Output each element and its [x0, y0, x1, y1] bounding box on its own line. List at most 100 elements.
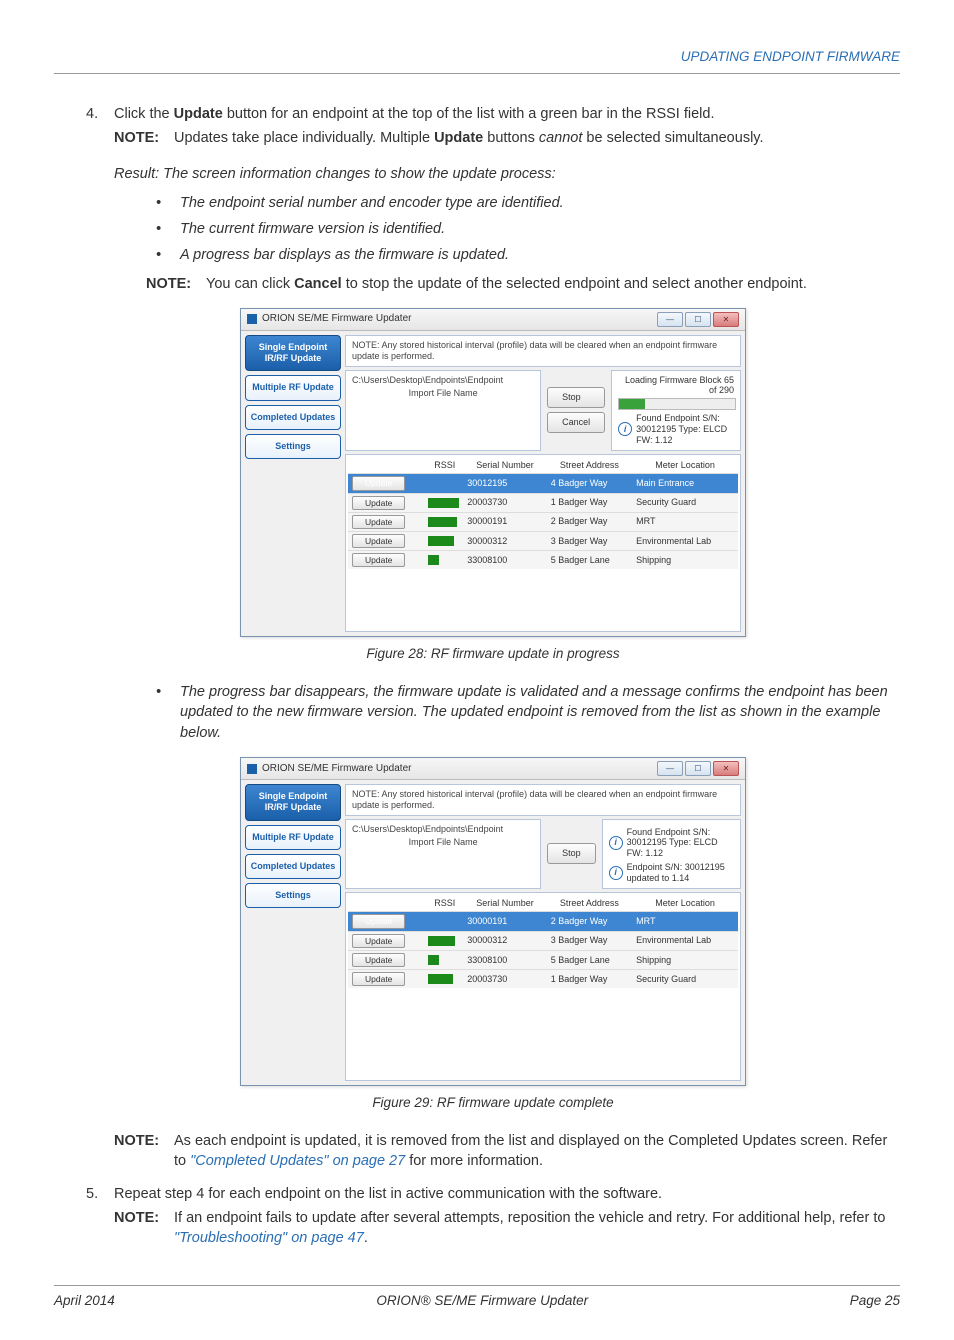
- sidebar: Single Endpoint IR/RF Update Multiple RF…: [245, 335, 341, 632]
- street-address: 5 Badger Lane: [547, 950, 632, 969]
- serial-number: 30000312: [463, 931, 546, 950]
- col-rssi: RSSI: [426, 457, 463, 474]
- bullet: A progress bar displays as the firmware …: [156, 245, 900, 265]
- street-address: 2 Badger Way: [547, 912, 632, 931]
- update-button[interactable]: Update: [352, 953, 405, 967]
- rssi-bar: [428, 517, 457, 527]
- t: Update: [434, 130, 483, 146]
- progress-bar: [618, 398, 736, 410]
- update-button[interactable]: Update: [352, 914, 405, 928]
- close-button[interactable]: ✕: [713, 761, 739, 776]
- sidebar-completed-updates[interactable]: Completed Updates: [245, 405, 341, 430]
- sidebar-multiple-rf[interactable]: Multiple RF Update: [245, 825, 341, 850]
- found-endpoint-status: Found Endpoint S/N: 30012195 Type: ELCD …: [627, 827, 734, 859]
- t: to stop the update of the selected endpo…: [342, 276, 807, 292]
- sidebar: Single Endpoint IR/RF Update Multiple RF…: [245, 784, 341, 1081]
- table-row[interactable]: Update300121954 Badger WayMain Entrance: [348, 474, 738, 493]
- meter-location: Main Entrance: [632, 474, 738, 493]
- update-button[interactable]: Update: [352, 972, 405, 986]
- update-button[interactable]: Update: [352, 534, 405, 548]
- sidebar-settings[interactable]: Settings: [245, 883, 341, 908]
- window-titlebar: ORION SE/ME Firmware Updater — ☐ ✕: [241, 309, 745, 331]
- cancel-button[interactable]: Cancel: [547, 412, 605, 433]
- serial-number: 30000191: [463, 512, 546, 531]
- maximize-button[interactable]: ☐: [685, 761, 711, 776]
- update-button[interactable]: Update: [352, 515, 405, 529]
- note-label: NOTE:: [114, 128, 174, 148]
- meter-location: Environmental Lab: [632, 931, 738, 950]
- serial-number: 20003730: [463, 970, 546, 989]
- step-4-result: Result: The screen information changes t…: [114, 164, 900, 184]
- t: be selected simultaneously.: [582, 130, 763, 146]
- import-file-label: Import File Name: [352, 388, 534, 399]
- sidebar-settings[interactable]: Settings: [245, 434, 341, 459]
- street-address: 5 Badger Lane: [547, 551, 632, 570]
- step-4: 4. Click the Update button for an endpoi…: [86, 104, 900, 124]
- footer-title: ORION® SE/ME Firmware Updater: [376, 1292, 588, 1311]
- completed-updates-link[interactable]: "Completed Updates" on page 27: [190, 1153, 405, 1169]
- table-row[interactable]: Update 300003123 Badger WayEnvironmental …: [348, 931, 738, 950]
- figure-29-caption: Figure 29: RF firmware update complete: [86, 1094, 900, 1113]
- close-button[interactable]: ✕: [713, 312, 739, 327]
- step-text: Click the Update button for an endpoint …: [114, 104, 900, 124]
- sidebar-single-endpoint[interactable]: Single Endpoint IR/RF Update: [245, 784, 341, 821]
- t: You can click: [206, 276, 294, 292]
- serial-number: 33008100: [463, 551, 546, 570]
- step-number: 4.: [86, 104, 114, 124]
- update-button[interactable]: Update: [352, 496, 405, 510]
- table-row[interactable]: Update200037301 Badger WaySecurity Guard: [348, 493, 738, 512]
- endpoint-table: RSSI Serial Number Street Address Meter …: [348, 457, 738, 570]
- figure-28-screenshot: ORION SE/ME Firmware Updater — ☐ ✕ Singl…: [240, 308, 746, 637]
- serial-number: 30000191: [463, 912, 546, 931]
- sidebar-single-endpoint[interactable]: Single Endpoint IR/RF Update: [245, 335, 341, 372]
- maximize-button[interactable]: ☐: [685, 312, 711, 327]
- street-address: 1 Badger Way: [547, 970, 632, 989]
- info-icon: i: [618, 422, 632, 436]
- table-row[interactable]: Update300003123 Badger WayEnvironmental …: [348, 531, 738, 550]
- street-address: 1 Badger Way: [547, 493, 632, 512]
- update-button[interactable]: Update: [352, 553, 405, 567]
- completed-note: NOTE: As each endpoint is updated, it is…: [114, 1131, 900, 1172]
- table-row[interactable]: Update330081005 Badger LaneShipping: [348, 950, 738, 969]
- t: If an endpoint fails to update after sev…: [174, 1210, 885, 1226]
- update-button[interactable]: Update: [352, 934, 405, 948]
- rssi-bar: [428, 955, 439, 965]
- minimize-button[interactable]: —: [657, 761, 683, 776]
- step-4-bullets: The endpoint serial number and encoder t…: [156, 193, 900, 266]
- bullet: The progress bar disappears, the firmwar…: [156, 682, 900, 743]
- meter-location: MRT: [632, 512, 738, 531]
- street-address: 3 Badger Way: [547, 931, 632, 950]
- update-button[interactable]: Update: [352, 476, 405, 490]
- app-icon: [247, 764, 257, 774]
- table-row[interactable]: Update200037301 Badger WaySecurity Guard: [348, 970, 738, 989]
- t: cannot: [539, 130, 583, 146]
- meter-location: MRT: [632, 912, 738, 931]
- post-fig28-bullets: The progress bar disappears, the firmwar…: [156, 682, 900, 743]
- step-4-note2: NOTE: You can click Cancel to stop the u…: [146, 274, 900, 294]
- sidebar-completed-updates[interactable]: Completed Updates: [245, 854, 341, 879]
- endpoint-table: RSSI Serial Number Street Address Meter …: [348, 895, 738, 989]
- minimize-button[interactable]: —: [657, 312, 683, 327]
- col-rssi: RSSI: [426, 895, 463, 912]
- col-address: Street Address: [547, 895, 632, 912]
- section-header: UPDATING ENDPOINT FIRMWARE: [54, 48, 900, 74]
- table-row[interactable]: Update330081005 Badger LaneShipping: [348, 551, 738, 570]
- import-file-label: Import File Name: [352, 837, 534, 848]
- step-5-note: NOTE: If an endpoint fails to update aft…: [114, 1208, 900, 1249]
- figure-29-screenshot: ORION SE/ME Firmware Updater — ☐ ✕ Singl…: [240, 757, 746, 1086]
- step-number: 5.: [86, 1184, 114, 1204]
- stop-button[interactable]: Stop: [547, 843, 596, 864]
- table-row[interactable]: Update 300001912 Badger WayMRT: [348, 912, 738, 931]
- info-icon: i: [609, 836, 623, 850]
- app-icon: [247, 314, 257, 324]
- stop-button[interactable]: Stop: [547, 387, 605, 408]
- step-4-note: NOTE: Updates take place individually. M…: [114, 128, 900, 148]
- table-row[interactable]: Update300001912 Badger WayMRT: [348, 512, 738, 531]
- window-titlebar: ORION SE/ME Firmware Updater — ☐ ✕: [241, 758, 745, 780]
- note-label: NOTE:: [146, 274, 206, 294]
- troubleshooting-link[interactable]: "Troubleshooting" on page 47: [174, 1230, 364, 1246]
- t: buttons: [483, 130, 539, 146]
- note-text: You can click Cancel to stop the update …: [206, 274, 900, 294]
- note-label: NOTE:: [114, 1131, 174, 1172]
- sidebar-multiple-rf[interactable]: Multiple RF Update: [245, 375, 341, 400]
